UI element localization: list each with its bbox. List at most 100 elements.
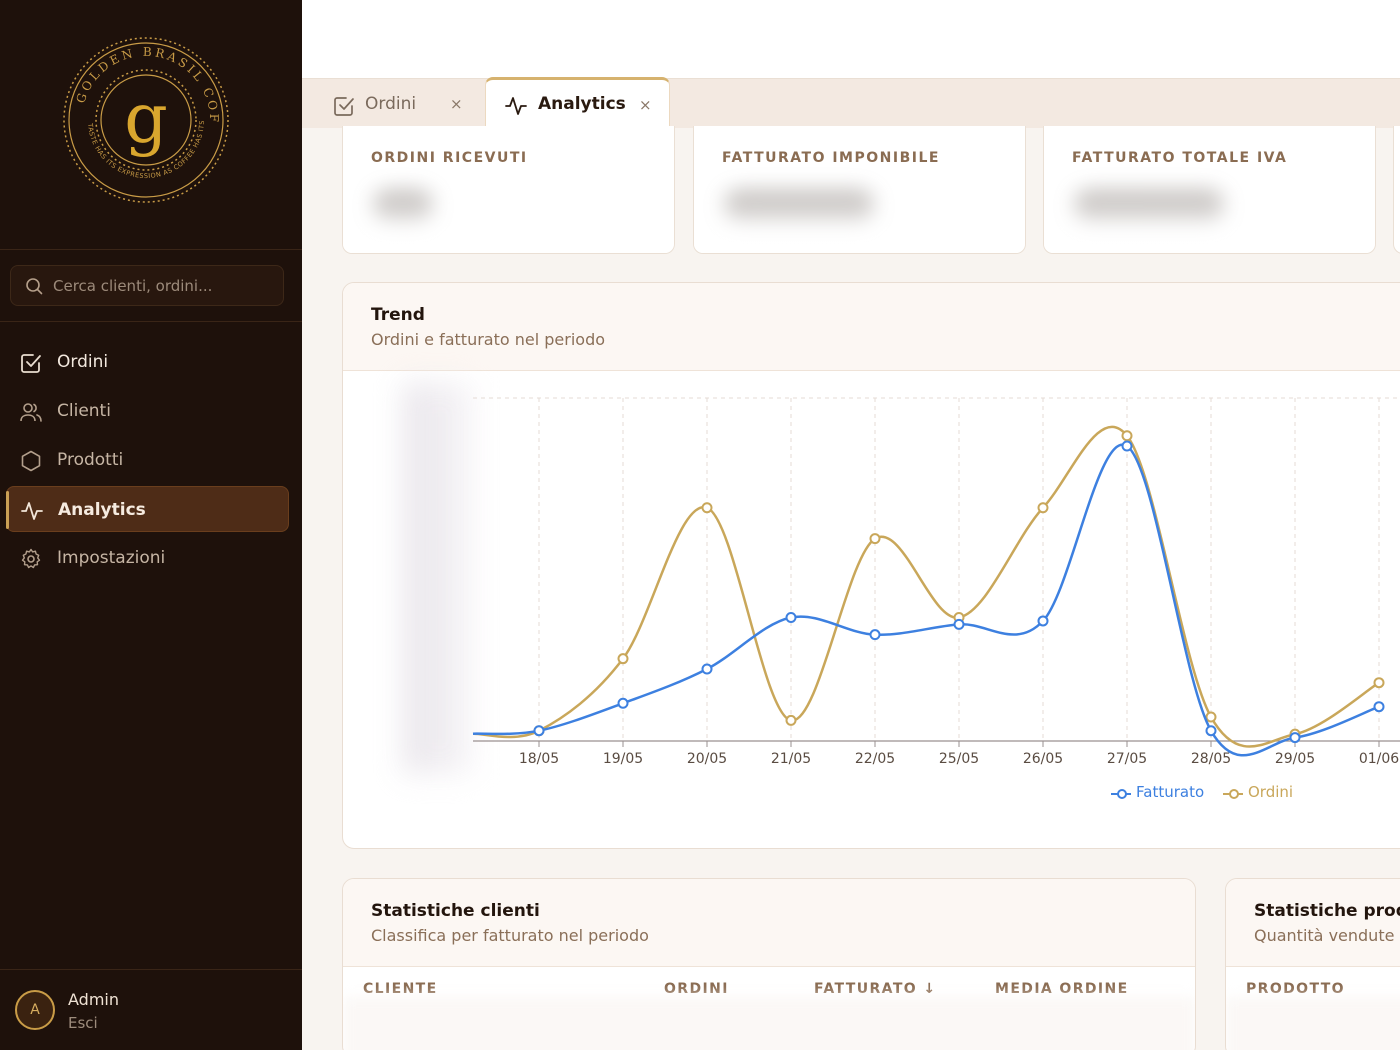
legend-swatch (1223, 789, 1243, 799)
avatar[interactable]: A (15, 990, 55, 1030)
check-square-icon (20, 352, 42, 378)
activity-icon (21, 500, 43, 526)
data-point-fatturato[interactable] (533, 725, 545, 737)
hexagon-icon (20, 450, 42, 476)
data-point-fatturato[interactable] (701, 663, 713, 675)
fog-overlay (343, 182, 674, 253)
sidebar-item-clienti[interactable]: Clienti (6, 388, 289, 434)
card-header: Statistiche prod Quantità vendute r (1226, 879, 1400, 967)
trend-chart[interactable]: 18/05 19/05 20/05 21/05 22/05 25/05 26/05 27/05… (343, 283, 1400, 849)
column-header-fatturato[interactable]: FATTURATO ↓ (814, 981, 937, 997)
logo-letter: g (124, 80, 168, 159)
data-point-fatturato[interactable] (869, 629, 881, 641)
logout-link[interactable]: Esci (68, 1014, 98, 1032)
card-title: Statistiche prod (1254, 901, 1400, 921)
sidebar-item-analytics[interactable]: Analytics (6, 486, 289, 532)
search-icon (25, 277, 43, 299)
x-tick-label: 29/05 (1275, 751, 1315, 767)
card-subtitle: Quantità vendute r (1254, 926, 1400, 945)
search-input[interactable] (53, 274, 273, 298)
data-point-fatturato[interactable] (1037, 615, 1049, 627)
column-header-prodotto[interactable]: PRODOTTO (1246, 981, 1345, 997)
data-point-fatturato[interactable] (1121, 440, 1133, 452)
column-header-label: FATTURATO (814, 981, 918, 997)
data-point-fatturato[interactable] (1289, 732, 1301, 744)
stat-label: FATTURATO IMPONIBILE (722, 150, 940, 166)
card-header: Statistiche clienti Classifica per fattu… (343, 879, 1195, 967)
brand-logo: GOLDEN BRASIL COFFEE TASTE HAS ITS EXPRE… (56, 25, 230, 204)
x-tick-label: 21/05 (771, 751, 811, 767)
x-tick-label: 18/05 (519, 751, 559, 767)
gear-icon (20, 548, 42, 574)
stat-label: FATTURATO TOTALE IVA (1072, 150, 1288, 166)
sidebar-item-prodotti[interactable]: Prodotti (6, 437, 289, 483)
x-tick-label: 27/05 (1107, 751, 1147, 767)
x-tick-label: 26/05 (1023, 751, 1063, 767)
sidebar-divider (0, 249, 302, 250)
sidebar-item-label: Prodotti (57, 450, 124, 470)
close-icon[interactable]: × (639, 96, 652, 114)
tab-analytics[interactable]: Analytics × (485, 77, 670, 129)
x-tick-label: 20/05 (687, 751, 727, 767)
sidebar-item-impostazioni[interactable]: Impostazioni (6, 535, 289, 581)
data-point-fatturato[interactable] (1205, 725, 1217, 737)
x-tick-label: 25/05 (939, 751, 979, 767)
users-icon (20, 401, 42, 427)
stat-card-fatturato-iva: FATTURATO TOTALE IVA (1043, 126, 1376, 254)
stat-card-extra (1393, 126, 1400, 254)
tab-ordini[interactable]: Ordini × (302, 79, 485, 129)
sidebar-item-label: Ordini (57, 352, 109, 372)
column-header-ordini[interactable]: ORDINI (664, 981, 729, 997)
x-tick-label: 28/05 (1191, 751, 1231, 767)
stat-card-ordini: ORDINI RICEVUTI (342, 126, 675, 254)
top-bar (302, 0, 1400, 78)
activity-icon (505, 95, 527, 121)
tab-label: Analytics (538, 94, 626, 114)
legend-label: Fatturato (1136, 783, 1205, 801)
data-point-ordini[interactable] (785, 714, 797, 726)
x-tick-label: 19/05 (603, 751, 643, 767)
data-point-ordini[interactable] (1037, 502, 1049, 514)
x-tick-label: 01/06 (1359, 751, 1399, 767)
check-square-icon (333, 95, 355, 121)
trend-card: Trend Ordini e fatturato nel periodo 18/… (342, 282, 1400, 849)
legend-swatch (1111, 789, 1131, 799)
series-line-fatturato (472, 443, 1380, 757)
sort-arrow-icon: ↓ (923, 981, 937, 997)
card-title: Statistiche clienti (371, 901, 540, 921)
data-point-ordini[interactable] (1121, 430, 1133, 442)
user-menu[interactable]: A Admin Esci (0, 970, 302, 1050)
column-header-media-ordine[interactable]: MEDIA ORDINE (995, 981, 1129, 997)
data-point-fatturato[interactable] (953, 618, 965, 630)
search-box[interactable] (10, 265, 284, 306)
user-name: Admin (68, 990, 119, 1009)
data-point-ordini[interactable] (869, 533, 881, 545)
column-header-cliente[interactable]: CLIENTE (363, 981, 438, 997)
x-tick-label: 22/05 (855, 751, 895, 767)
fog-overlay (1044, 182, 1375, 253)
data-point-fatturato[interactable] (1373, 701, 1385, 713)
series-line-ordini (472, 425, 1380, 748)
clients-stats-card: Statistiche clienti Classifica per fattu… (342, 878, 1196, 1050)
data-point-ordini[interactable] (1205, 711, 1217, 723)
data-point-ordini[interactable] (617, 653, 629, 665)
sidebar-item-ordini[interactable]: Ordini (6, 339, 289, 385)
stat-card-fatturato-imponibile: FATTURATO IMPONIBILE (693, 126, 1026, 254)
data-point-ordini[interactable] (1373, 677, 1385, 689)
close-icon[interactable]: × (450, 95, 463, 113)
tab-label: Ordini (365, 94, 417, 114)
sidebar: GOLDEN BRASIL COFFEE TASTE HAS ITS EXPRE… (0, 0, 302, 1050)
tab-bar: Ordini × Analytics × (302, 77, 1400, 129)
sidebar-item-label: Impostazioni (57, 548, 166, 568)
stat-label: ORDINI RICEVUTI (371, 150, 528, 166)
data-point-fatturato[interactable] (785, 612, 797, 624)
sidebar-item-label: Analytics (58, 500, 146, 520)
fog-overlay (694, 182, 1025, 253)
data-point-ordini[interactable] (701, 502, 713, 514)
data-point-fatturato[interactable] (617, 697, 629, 709)
sidebar-item-label: Clienti (57, 401, 111, 421)
blurred-rows (1226, 997, 1400, 1050)
sidebar-divider (0, 321, 302, 322)
blurred-rows (343, 997, 1195, 1050)
products-stats-card: Statistiche prod Quantità vendute r PROD… (1225, 878, 1400, 1050)
